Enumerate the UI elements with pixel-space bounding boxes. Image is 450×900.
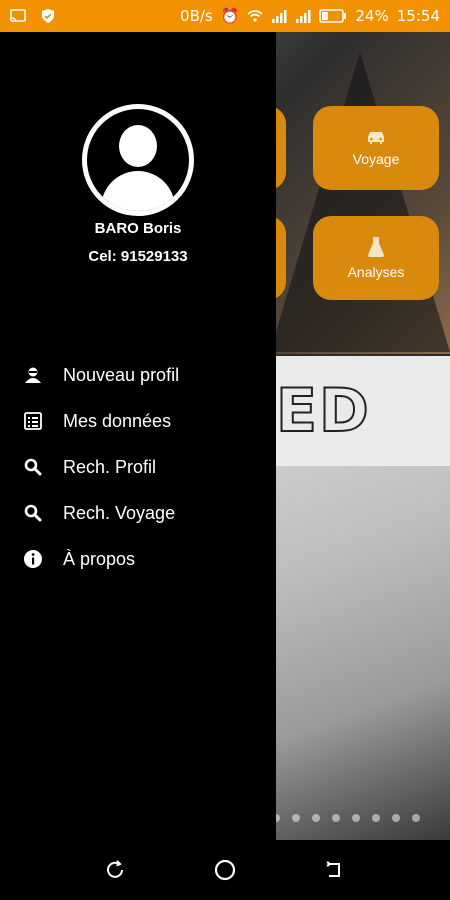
flask-icon bbox=[368, 237, 384, 257]
menu-label: Rech. Voyage bbox=[63, 502, 176, 523]
alarm-icon: ⏰ bbox=[220, 7, 240, 25]
menu-item-rech-voyage[interactable]: Rech. Voyage bbox=[0, 490, 276, 536]
menu-item-mes-donnees[interactable]: Mes données bbox=[0, 398, 276, 444]
signal-icon bbox=[272, 10, 287, 23]
navigation-drawer: BARO Boris Cel: 91529133 Nouveau profil … bbox=[0, 32, 276, 840]
signal-icon-2 bbox=[296, 10, 311, 23]
search-icon bbox=[22, 456, 44, 478]
home-button[interactable] bbox=[205, 850, 245, 890]
menu-label: Rech. Profil bbox=[63, 456, 157, 477]
shield-icon bbox=[42, 9, 54, 23]
brand-banner-text: ED bbox=[275, 375, 371, 447]
info-icon bbox=[22, 548, 44, 570]
tile-analyses-label: Analyses bbox=[347, 264, 405, 280]
tile-voyage-label: Voyage bbox=[352, 151, 400, 167]
back-icon bbox=[326, 861, 340, 877]
menu-item-rech-profil[interactable]: Rech. Profil bbox=[0, 444, 276, 490]
recent-apps-button[interactable] bbox=[95, 850, 135, 890]
clock: 15:54 bbox=[396, 7, 440, 25]
avatar[interactable] bbox=[82, 104, 194, 216]
network-speed: 0B/s bbox=[180, 7, 213, 25]
back-button[interactable] bbox=[315, 850, 355, 890]
battery-icon bbox=[319, 9, 347, 23]
avatar-head bbox=[119, 125, 157, 167]
battery-percent: 24% bbox=[355, 7, 389, 25]
search-icon bbox=[22, 502, 44, 524]
screen-cast-icon bbox=[10, 9, 26, 23]
status-bar: 0B/s ⏰ 24% 15:54 bbox=[0, 0, 450, 32]
menu-item-nouveau-profil[interactable]: Nouveau profil bbox=[0, 352, 276, 398]
menu-label: À propos bbox=[63, 548, 136, 569]
medical-triangle-decoration bbox=[270, 52, 450, 352]
home-icon bbox=[214, 859, 236, 881]
avatar-body bbox=[101, 171, 175, 211]
user-name: BARO Boris bbox=[94, 220, 182, 237]
menu-label: Mes données bbox=[63, 410, 172, 431]
car-icon bbox=[368, 132, 384, 144]
tile-voyage[interactable]: Voyage bbox=[313, 106, 439, 190]
wifi-icon bbox=[247, 10, 263, 22]
system-nav-bar bbox=[0, 840, 450, 900]
user-phone: Cel: 91529133 bbox=[88, 248, 188, 265]
recent-apps-icon bbox=[107, 860, 123, 878]
list-icon bbox=[22, 410, 44, 432]
menu-label: Nouveau profil bbox=[63, 364, 180, 385]
tile-analyses[interactable]: Analyses bbox=[313, 216, 439, 300]
user-icon bbox=[22, 364, 44, 386]
drawer-menu: Nouveau profil Mes données Rech. Profil … bbox=[0, 352, 276, 582]
carousel-dots[interactable] bbox=[272, 814, 420, 822]
menu-item-a-propos[interactable]: À propos bbox=[0, 536, 276, 582]
